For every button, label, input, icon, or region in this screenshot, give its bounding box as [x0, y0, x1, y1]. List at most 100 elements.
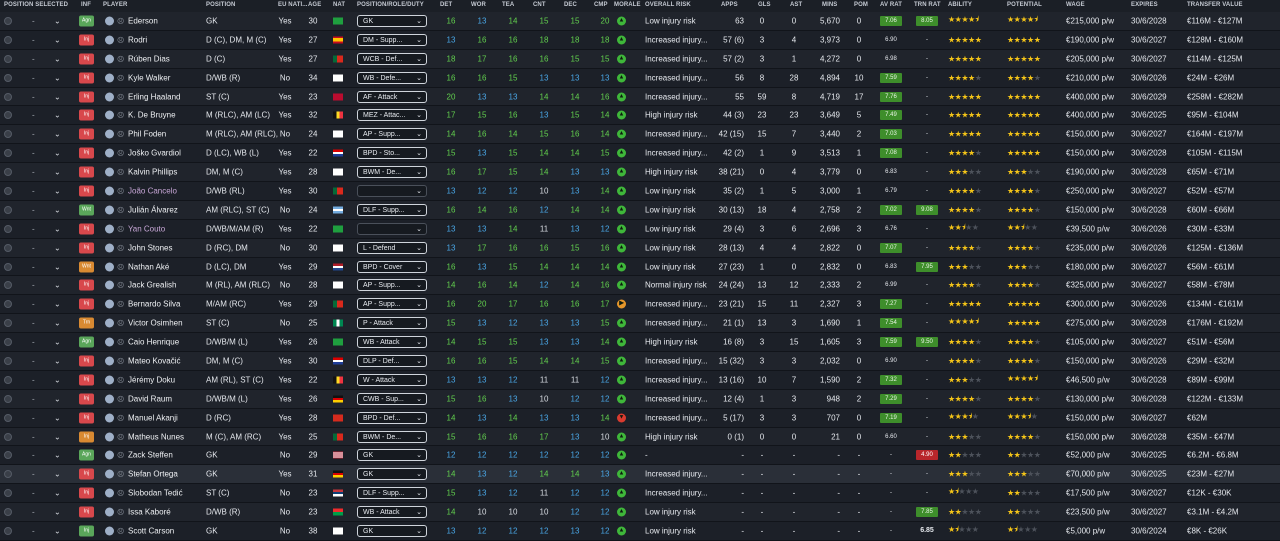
header-ast[interactable]: AST — [790, 2, 802, 8]
header-trn-rat[interactable]: TRN RAT — [914, 2, 941, 8]
player-name-link[interactable]: Zack Steffen — [128, 451, 173, 460]
player-name-link[interactable]: K. De Bruyne — [128, 111, 176, 120]
chevron-down-icon[interactable]: ⌄ — [54, 489, 61, 498]
position-selected-value[interactable]: - — [32, 281, 35, 290]
role-dropdown[interactable]: DLP - Def... ⌄ — [357, 354, 427, 367]
select-radio[interactable] — [4, 338, 12, 347]
position-selected-value[interactable]: - — [32, 489, 35, 498]
role-dropdown[interactable]: GK ⌄ — [357, 14, 427, 27]
header-ability[interactable]: ABILITY — [948, 2, 972, 8]
player-name-link[interactable]: Matheus Nunes — [128, 432, 184, 441]
player-name-link[interactable]: Yan Couto — [128, 224, 165, 233]
role-dropdown[interactable]: WB - Attack ⌄ — [357, 506, 427, 519]
position-selected-value[interactable]: - — [32, 73, 35, 82]
player-name-link[interactable]: Julián Álvarez — [128, 205, 178, 214]
chevron-down-icon[interactable]: ⌄ — [54, 338, 61, 347]
table-row[interactable]: - ⌄ Inj ☹ Mateo Kovačić DM, M (C) Yes 30 DLP - D… — [0, 352, 1280, 371]
table-row[interactable]: - ⌄ Inj ☹ Manuel Akanji D (RC) Yes 28 BPD - Def.… — [0, 408, 1280, 428]
player-name-link[interactable]: Jérémy Doku — [128, 375, 175, 384]
position-selected-value[interactable]: - — [32, 319, 35, 328]
position-selected-value[interactable]: - — [32, 394, 35, 403]
chevron-down-icon[interactable]: ⌄ — [54, 451, 61, 460]
player-name-link[interactable]: Slobodan Tedić — [128, 489, 183, 498]
table-row[interactable]: - ⌄ Trn ☹ Victor Osimhen ST (C) No 25 P - Attack… — [0, 314, 1280, 334]
select-radio[interactable] — [4, 394, 12, 403]
position-selected-value[interactable]: - — [32, 375, 35, 384]
player-name-link[interactable]: Caio Henrique — [128, 338, 179, 347]
chevron-down-icon[interactable]: ⌄ — [54, 224, 61, 233]
role-dropdown[interactable]: BWM - De... ⌄ — [357, 166, 427, 179]
role-dropdown[interactable]: W - Attack ⌄ — [357, 373, 427, 386]
table-row[interactable]: - ⌄ Inj ☹Phil Foden M (RLC), AM (RLC), S...N… — [0, 125, 1280, 145]
role-dropdown[interactable]: DLF - Supp... ⌄ — [357, 203, 427, 216]
role-dropdown[interactable]: GK ⌄ — [357, 449, 427, 462]
table-row[interactable]: - ⌄ Inj ☹ Matheus Nunes M (C), AM (RC) Yes 25 BW… — [0, 427, 1280, 447]
select-radio[interactable] — [4, 356, 12, 365]
chevron-down-icon[interactable]: ⌄ — [54, 375, 61, 384]
select-radio[interactable] — [4, 205, 12, 214]
select-radio[interactable] — [4, 186, 12, 195]
role-dropdown[interactable]: AP - Supp... ⌄ — [357, 279, 427, 292]
header-nat[interactable]: NAT — [333, 2, 345, 8]
header-potential[interactable]: POTENTIAL — [1007, 2, 1042, 8]
header-det[interactable]: DET — [440, 2, 452, 8]
chevron-down-icon[interactable]: ⌄ — [54, 111, 61, 120]
role-dropdown[interactable]: ⌄ — [357, 184, 427, 197]
player-name-link[interactable]: Bernardo Silva — [128, 300, 180, 309]
chevron-down-icon[interactable]: ⌄ — [54, 413, 61, 422]
player-name-link[interactable]: Rúben Dias — [128, 54, 170, 63]
table-row[interactable]: - ⌄ Agn ☹ Ederson GK Yes 30 GK ⌄ 16 13 14 15 15 20 ▲ Low … — [0, 12, 1280, 31]
header-apps[interactable]: APPS — [721, 2, 738, 8]
role-dropdown[interactable]: ⌄ — [357, 222, 427, 235]
player-name-link[interactable]: Kyle Walker — [128, 73, 170, 82]
chevron-down-icon[interactable]: ⌄ — [54, 35, 61, 44]
chevron-down-icon[interactable]: ⌄ — [54, 54, 61, 63]
player-name-link[interactable]: Ederson — [128, 16, 158, 25]
player-name-link[interactable]: Manuel Akanji — [128, 413, 178, 422]
role-dropdown[interactable]: WCB - Def... ⌄ — [357, 52, 427, 65]
player-name-link[interactable]: Joško Gvardiol — [128, 149, 181, 158]
header-gls[interactable]: GLS — [758, 2, 771, 8]
table-row[interactable]: - ⌄ Inj ☹ Erling Haaland ST (C) Yes 23 AF - Atta… — [0, 87, 1280, 107]
chevron-down-icon[interactable]: ⌄ — [54, 205, 61, 214]
role-dropdown[interactable]: WB - Attack ⌄ — [357, 336, 427, 349]
role-dropdown[interactable]: BPD - Cover ⌄ — [357, 260, 427, 273]
header-position[interactable]: POSITION — [206, 2, 235, 8]
header-wage[interactable]: WAGE — [1066, 2, 1085, 8]
header-risk[interactable]: OVERALL RISK — [645, 2, 691, 8]
select-radio[interactable] — [4, 130, 12, 139]
select-radio[interactable] — [4, 489, 12, 498]
select-radio[interactable] — [4, 111, 12, 120]
chevron-down-icon[interactable]: ⌄ — [54, 16, 61, 25]
header-cnt[interactable]: CNT — [533, 2, 546, 8]
position-selected-value[interactable]: - — [32, 186, 35, 195]
header-position-selected[interactable]: POSITION SELECTED — [4, 2, 68, 8]
role-dropdown[interactable]: AF - Attack ⌄ — [357, 90, 427, 103]
role-dropdown[interactable]: AP - Supp... ⌄ — [357, 128, 427, 141]
chevron-down-icon[interactable]: ⌄ — [54, 281, 61, 290]
position-selected-value[interactable]: - — [32, 16, 35, 25]
select-radio[interactable] — [4, 262, 12, 271]
table-row[interactable]: - ⌄ Inj ☹ Rodri D (C), DM, M (C) Yes 27 DM - Sup… — [0, 30, 1280, 50]
player-name-link[interactable]: Jack Grealish — [128, 281, 176, 290]
player-name-link[interactable]: Stefan Ortega — [128, 470, 178, 479]
chevron-down-icon[interactable]: ⌄ — [54, 73, 61, 82]
header-pom[interactable]: POM — [854, 2, 868, 8]
position-selected-value[interactable]: - — [32, 432, 35, 441]
header-expires[interactable]: EXPIRES — [1131, 2, 1158, 8]
chevron-down-icon[interactable]: ⌄ — [54, 186, 61, 195]
player-name-link[interactable]: Erling Haaland — [128, 92, 180, 101]
chevron-down-icon[interactable]: ⌄ — [54, 394, 61, 403]
table-row[interactable]: - ⌄ Wnt ☹ Julián Álvarez AM (RLC), ST (C) No 24… — [0, 200, 1280, 220]
role-dropdown[interactable]: P - Attack ⌄ — [357, 317, 427, 330]
header-dec[interactable]: DEC — [564, 2, 577, 8]
position-selected-value[interactable]: - — [32, 149, 35, 158]
role-dropdown[interactable]: BWM - De... ⌄ — [357, 430, 427, 443]
player-name-link[interactable]: Rodri — [128, 35, 147, 44]
player-name-link[interactable]: João Cancelo — [128, 186, 177, 195]
chevron-down-icon[interactable]: ⌄ — [54, 319, 61, 328]
select-radio[interactable] — [4, 224, 12, 233]
select-radio[interactable] — [4, 92, 12, 101]
position-selected-value[interactable]: - — [32, 508, 35, 517]
player-name-link[interactable]: Victor Osimhen — [128, 319, 183, 328]
